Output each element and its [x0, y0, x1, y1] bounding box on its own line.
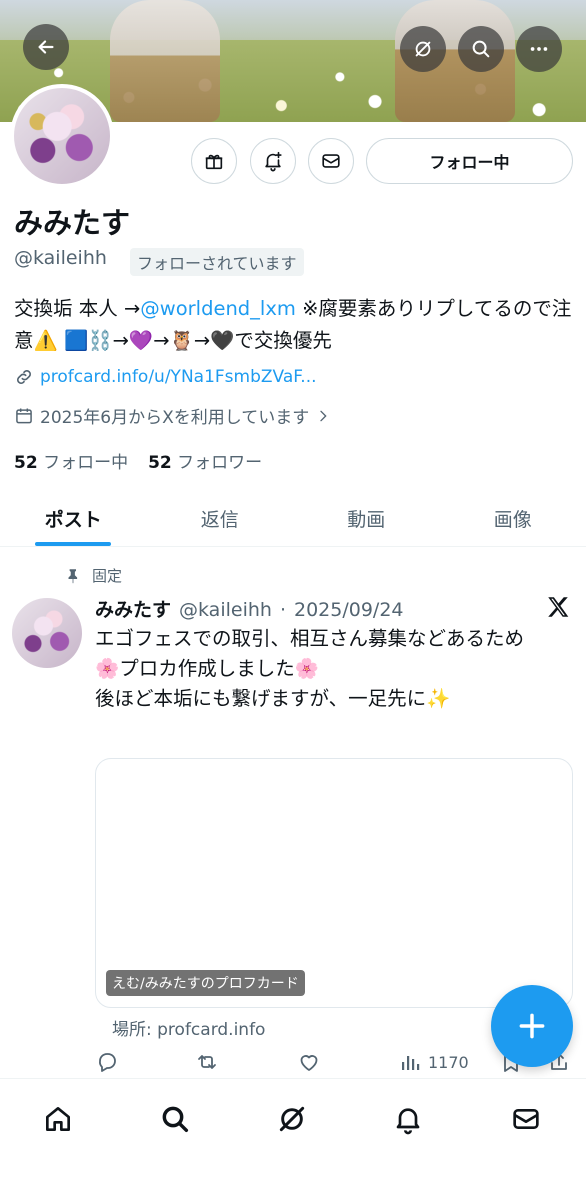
more-icon	[530, 47, 548, 51]
following-count: 52	[14, 453, 38, 473]
bell-icon	[396, 1108, 420, 1135]
nav-notifications[interactable]	[388, 1099, 428, 1139]
followers-count-link[interactable]: 52 フォロワー	[148, 448, 262, 473]
compose-post-button[interactable]	[491, 985, 573, 1067]
more-button[interactable]	[516, 26, 562, 72]
followers-label: フォロワー	[177, 453, 263, 473]
following-button[interactable]: フォロー中	[366, 138, 573, 184]
chevron-right-icon	[320, 410, 327, 421]
profile-tabs: ポスト 返信 動画 画像	[0, 490, 586, 547]
post-line: 🌸プロカ作成しました🌸	[95, 657, 320, 680]
display-name: みみたす	[14, 206, 131, 240]
reply-button[interactable]	[95, 1050, 119, 1074]
profile-link-row[interactable]: profcard.info/u/YNa1FsmbZVaF...	[14, 367, 317, 387]
profile-link[interactable]: profcard.info/u/YNa1FsmbZVaF...	[40, 367, 317, 387]
profile-handle: @kaileihh	[14, 247, 107, 269]
plus-icon	[519, 1013, 545, 1039]
card-source: 場所: profcard.info	[112, 1020, 266, 1040]
post-author-name[interactable]: みみたす	[95, 595, 171, 622]
nav-home[interactable]	[38, 1099, 78, 1139]
following-label: フォロー中	[43, 453, 129, 473]
follow-counts: 52 フォロー中 52 フォロワー	[14, 448, 262, 473]
post-header: みみたす @kaileihh · 2025/09/24	[95, 595, 404, 622]
gift-button[interactable]	[191, 138, 237, 184]
message-button[interactable]	[308, 138, 354, 184]
profile-bio: 交換垢 本人 →@worldend_lxm ※腐要素ありリプしてるので注意⚠️ …	[14, 293, 574, 357]
pin-icon	[68, 568, 78, 583]
views-icon	[402, 1056, 420, 1070]
bio-text-prefix: 交換垢 本人 →	[14, 297, 141, 320]
search-icon	[162, 1106, 189, 1133]
tab-replies[interactable]: 返信	[147, 490, 294, 546]
back-button[interactable]	[23, 24, 69, 70]
notify-button[interactable]	[250, 138, 296, 184]
like-button[interactable]	[297, 1050, 321, 1074]
tab-images[interactable]: 画像	[440, 490, 586, 546]
pinned-label: 固定	[92, 567, 123, 585]
post-actions: 1170	[95, 1050, 573, 1080]
calendar-icon	[16, 408, 32, 423]
views-count: 1170	[428, 1052, 469, 1072]
grok-icon	[415, 41, 431, 57]
nav-messages[interactable]	[506, 1099, 546, 1139]
tab-videos[interactable]: 動画	[293, 490, 440, 546]
link-icon	[17, 370, 31, 384]
search-button[interactable]	[458, 26, 504, 72]
bell-plus-icon	[265, 151, 282, 172]
grok-button[interactable]	[400, 26, 446, 72]
tab-label: 画像	[493, 508, 532, 531]
bio-mention-link[interactable]: @worldend_lxm	[140, 297, 296, 320]
joined-row[interactable]: 2025年6月からXを利用しています	[14, 403, 331, 428]
nav-grok[interactable]	[272, 1099, 312, 1139]
banner-figure-left	[110, 0, 220, 122]
gift-icon	[205, 154, 223, 170]
mail-icon	[513, 1109, 539, 1129]
tab-posts[interactable]: ポスト	[0, 490, 147, 546]
home-icon	[46, 1107, 70, 1131]
card-title-badge: えむ/みみたすのプロフカード	[106, 970, 305, 996]
post-date[interactable]: 2025/09/24	[294, 599, 404, 621]
post-separator: ·	[279, 599, 286, 621]
arrow-left-icon	[38, 40, 54, 54]
followers-count: 52	[148, 453, 172, 473]
post-author-avatar[interactable]	[12, 598, 82, 668]
mail-icon	[322, 154, 340, 168]
repost-icon	[198, 1055, 216, 1069]
post-line: エゴフェスでの取引、相互さん募集などあるため	[95, 627, 525, 650]
tab-label: 動画	[347, 508, 386, 531]
grok-icon	[279, 1106, 305, 1132]
reply-icon	[99, 1053, 116, 1072]
x-logo-icon[interactable]	[545, 594, 571, 620]
profile-avatar[interactable]	[10, 84, 114, 188]
post-body: エゴフェスでの取引、相互さん募集などあるため 🌸プロカ作成しました🌸 後ほど本垢…	[95, 624, 565, 714]
search-icon	[472, 40, 490, 58]
following-count-link[interactable]: 52 フォロー中	[14, 448, 128, 473]
joined-date: 2025年6月からXを利用しています	[40, 408, 310, 428]
post-line: 後ほど本垢にも繋げますが、一足先に✨	[95, 687, 451, 710]
bottom-navigation	[0, 1078, 586, 1200]
pinned-indicator: 固定	[64, 565, 122, 586]
nav-search[interactable]	[155, 1099, 195, 1139]
tab-active-indicator	[35, 542, 112, 546]
post-author-handle[interactable]: @kaileihh	[179, 599, 272, 621]
views-button[interactable]: 1170	[398, 1050, 469, 1074]
repost-button[interactable]	[195, 1050, 219, 1074]
heart-icon	[300, 1055, 318, 1071]
tab-label: 返信	[200, 508, 239, 531]
follows-you-badge: フォローされています	[130, 248, 304, 276]
tab-label: ポスト	[44, 508, 102, 531]
